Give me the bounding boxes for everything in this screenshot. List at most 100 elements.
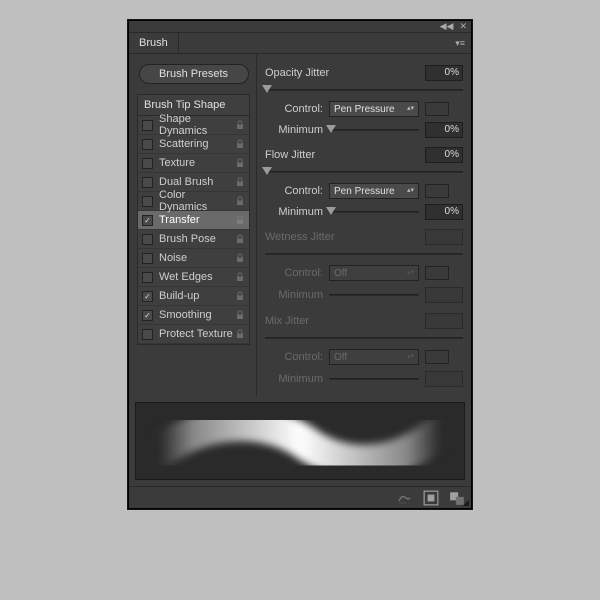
list-item-label: Transfer xyxy=(159,214,235,226)
flow-minimum-slider[interactable] xyxy=(329,208,419,216)
lock-icon[interactable] xyxy=(235,196,245,206)
panel-footer xyxy=(129,486,471,508)
lock-icon[interactable] xyxy=(235,215,245,225)
mix-control-label: Control: xyxy=(265,351,323,363)
brush-panel: ◀◀ ✕ Brush ▾≡ Brush Presets Brush Tip Sh… xyxy=(128,20,472,509)
checkbox[interactable] xyxy=(142,177,153,188)
wetness-jitter-slider xyxy=(265,250,463,258)
mix-control-select: Off▴▾ xyxy=(329,349,419,365)
flow-control-link[interactable] xyxy=(425,184,449,198)
opacity-control-row: Control: Pen Pressure▴▾ xyxy=(265,100,463,118)
list-item[interactable]: Color Dynamics xyxy=(138,192,249,211)
checkbox[interactable] xyxy=(142,139,153,150)
flow-jitter-value[interactable]: 0% xyxy=(425,147,463,163)
checkbox[interactable] xyxy=(142,215,153,226)
panel-topbar: ◀◀ ✕ xyxy=(129,21,471,33)
list-item-label: Dual Brush xyxy=(159,176,235,188)
flow-minimum-label: Minimum xyxy=(265,206,323,218)
settings-list: Brush Tip Shape Shape DynamicsScattering… xyxy=(137,94,250,345)
list-item[interactable]: Brush Pose xyxy=(138,230,249,249)
checkbox[interactable] xyxy=(142,120,153,131)
mix-jitter-label: Mix Jitter xyxy=(265,315,425,327)
mix-jitter-row: Mix Jitter xyxy=(265,312,463,330)
new-preset-icon[interactable] xyxy=(423,491,439,505)
lock-icon[interactable] xyxy=(235,253,245,263)
brush-preview xyxy=(135,402,465,480)
lock-icon[interactable] xyxy=(235,177,245,187)
checkbox[interactable] xyxy=(142,234,153,245)
wetness-minimum-slider xyxy=(329,291,419,299)
flow-control-select[interactable]: Pen Pressure▴▾ xyxy=(329,183,419,199)
lock-icon[interactable] xyxy=(235,329,245,339)
mix-minimum-value xyxy=(425,371,463,387)
list-item-label: Smoothing xyxy=(159,309,235,321)
lock-icon[interactable] xyxy=(235,139,245,149)
lock-icon[interactable] xyxy=(235,272,245,282)
collapse-icon[interactable]: ◀◀ xyxy=(440,21,454,32)
flow-control-row: Control: Pen Pressure▴▾ xyxy=(265,182,463,200)
lock-icon[interactable] xyxy=(235,158,245,168)
list-item-label: Scattering xyxy=(159,138,235,150)
list-item-label: Shape Dynamics xyxy=(159,113,235,137)
list-item[interactable]: Noise xyxy=(138,249,249,268)
list-item[interactable]: Smoothing xyxy=(138,306,249,325)
tab-row: Brush ▾≡ xyxy=(129,33,471,54)
opacity-jitter-label: Opacity Jitter xyxy=(265,67,425,79)
close-icon[interactable]: ✕ xyxy=(459,21,467,32)
wetness-control-label: Control: xyxy=(265,267,323,279)
brush-stroke-icon xyxy=(150,411,450,471)
wetness-minimum-label: Minimum xyxy=(265,289,323,301)
wetness-minimum-value xyxy=(425,287,463,303)
list-item-label: Color Dynamics xyxy=(159,189,235,213)
left-column: Brush Presets Brush Tip Shape Shape Dyna… xyxy=(129,54,257,396)
mix-minimum-label: Minimum xyxy=(265,373,323,385)
opacity-jitter-value[interactable]: 0% xyxy=(425,65,463,81)
panel-menu-icon[interactable]: ▾≡ xyxy=(449,38,471,49)
flow-jitter-slider[interactable] xyxy=(265,168,463,176)
checkbox[interactable] xyxy=(142,310,153,321)
list-item-label: Build-up xyxy=(159,290,235,302)
opacity-control-select[interactable]: Pen Pressure▴▾ xyxy=(329,101,419,117)
list-item-label: Protect Texture xyxy=(159,328,235,340)
list-item[interactable]: Transfer xyxy=(138,211,249,230)
list-item[interactable]: Build-up xyxy=(138,287,249,306)
opacity-jitter-slider[interactable] xyxy=(265,86,463,94)
wetness-jitter-label: Wetness Jitter xyxy=(265,231,425,243)
opacity-jitter-row: Opacity Jitter 0% xyxy=(265,64,463,82)
toggle-brush-icon[interactable] xyxy=(397,491,413,505)
checkbox[interactable] xyxy=(142,196,153,207)
checkbox[interactable] xyxy=(142,158,153,169)
flow-minimum-value[interactable]: 0% xyxy=(425,204,463,220)
opacity-control-link[interactable] xyxy=(425,102,449,116)
flow-control-label: Control: xyxy=(265,185,323,197)
lock-icon[interactable] xyxy=(235,234,245,244)
checkbox[interactable] xyxy=(142,291,153,302)
mix-minimum-row: Minimum xyxy=(265,370,463,388)
list-item-label: Wet Edges xyxy=(159,271,235,283)
list-item[interactable]: Protect Texture xyxy=(138,325,249,344)
list-item-label: Texture xyxy=(159,157,235,169)
list-item-label: Brush Pose xyxy=(159,233,235,245)
checkbox[interactable] xyxy=(142,253,153,264)
list-item[interactable]: Shape Dynamics xyxy=(138,116,249,135)
checkbox[interactable] xyxy=(142,272,153,283)
lock-icon[interactable] xyxy=(235,291,245,301)
opacity-minimum-slider[interactable] xyxy=(329,126,419,134)
opacity-minimum-value[interactable]: 0% xyxy=(425,122,463,138)
brush-presets-button[interactable]: Brush Presets xyxy=(139,64,249,84)
wetness-control-select: Off▴▾ xyxy=(329,265,419,281)
list-item-label: Noise xyxy=(159,252,235,264)
chevron-updown-icon: ▴▾ xyxy=(407,106,414,112)
wetness-minimum-row: Minimum xyxy=(265,286,463,304)
resize-handle-icon[interactable] xyxy=(459,496,471,508)
lock-icon[interactable] xyxy=(235,120,245,130)
list-item[interactable]: Scattering xyxy=(138,135,249,154)
tab-brush[interactable]: Brush xyxy=(129,33,179,53)
checkbox[interactable] xyxy=(142,329,153,340)
list-item[interactable]: Texture xyxy=(138,154,249,173)
flow-jitter-row: Flow Jitter 0% xyxy=(265,146,463,164)
chevron-updown-icon: ▴▾ xyxy=(407,188,414,194)
mix-control-row: Control: Off▴▾ xyxy=(265,348,463,366)
lock-icon[interactable] xyxy=(235,310,245,320)
list-item[interactable]: Wet Edges xyxy=(138,268,249,287)
